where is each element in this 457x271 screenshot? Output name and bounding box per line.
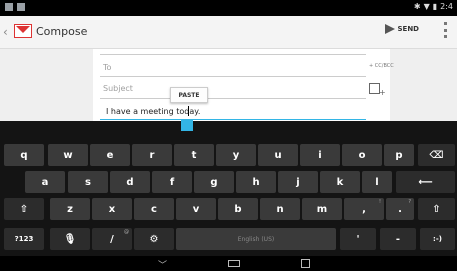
send-icon [384,24,395,34]
key-h[interactable]: h [236,171,276,193]
key-v[interactable]: v [176,198,216,220]
navigation-bar: ﹀ [0,256,457,271]
compose-area [0,49,457,121]
microphone-icon: 🎙 [63,233,77,245]
wifi-icon: ▼ [423,2,430,11]
symbols-key[interactable]: ?123 [4,228,44,250]
key-c[interactable]: c [134,198,174,220]
at-hint: @ [124,229,129,235]
key-comma[interactable]: , ! [344,198,384,220]
key-f[interactable]: f [152,171,192,193]
space-key[interactable]: English (US) [176,228,336,250]
key-a[interactable]: a [25,171,65,193]
keyboard: q w e r t y u i o p ⌫ a s d f g h j k l … [0,121,457,256]
key-o[interactable]: o [342,144,382,166]
enter-arrow-icon: ⟵ [418,176,433,188]
enter-key[interactable]: ⟵ [396,171,455,193]
key-p[interactable]: p [384,144,414,166]
chevron-left-icon[interactable]: ‹ [3,25,8,39]
key-t[interactable]: t [174,144,214,166]
key-x[interactable]: x [92,198,132,220]
body-underline [100,119,366,120]
backspace-key[interactable]: ⌫ [418,144,455,166]
page-title: Compose [36,25,88,38]
key-d[interactable]: d [110,171,150,193]
send-label: SEND [397,25,420,33]
action-bar: ‹ Compose SEND [0,16,457,49]
shift-icon: ⇧ [432,203,441,215]
comma-label: , [362,203,366,215]
recent-apps-icon[interactable] [301,259,310,268]
slash-label: / [110,233,114,245]
key-k[interactable]: k [320,171,360,193]
send-button[interactable]: SEND [384,24,420,34]
shift-icon: ⇧ [19,203,29,215]
period-label: . [398,203,402,215]
from-divider [100,54,366,55]
status-bar: ✱ ▼ ▮ 2:4 [0,0,457,16]
settings-key[interactable]: ⚙ [134,228,174,250]
key-period[interactable]: . ? [386,198,414,220]
key-u[interactable]: u [258,144,298,166]
key-y[interactable]: y [216,144,256,166]
key-l[interactable]: l [362,171,392,193]
subject-field[interactable]: Subject [103,84,133,93]
to-field[interactable]: To [103,63,111,72]
home-icon[interactable] [228,260,240,267]
mic-key[interactable]: 🎙 [50,228,90,250]
to-underline [100,76,366,77]
backspace-icon: ⌫ [429,149,444,161]
exclamation-hint: ! [378,199,381,205]
overflow-menu-icon[interactable] [444,22,447,38]
key-r[interactable]: r [132,144,172,166]
clock: 2:4 [440,2,453,11]
battery-icon: ▮ [432,2,438,11]
key-g[interactable]: g [194,171,234,193]
shift-key-right[interactable]: ⇧ [418,198,455,220]
text-selection-handle[interactable] [181,120,193,131]
cc-bcc-button[interactable]: + CC/BCC [369,63,394,69]
key-s[interactable]: s [68,171,108,193]
question-hint: ? [408,199,411,205]
bluetooth-icon: ✱ [413,2,421,11]
paste-button[interactable]: PASTE [170,87,208,103]
dash-key[interactable]: - [380,228,416,250]
gmail-logo-icon[interactable] [14,24,32,38]
apostrophe-key[interactable]: ' [340,228,376,250]
key-w[interactable]: w [48,144,88,166]
text-cursor [188,106,189,116]
key-e[interactable]: e [90,144,130,166]
notification-icon [17,3,25,11]
body-field[interactable]: I have a meeting today. [106,107,200,116]
slash-key[interactable]: / @ [92,228,132,250]
key-j[interactable]: j [278,171,318,193]
subject-underline [100,98,366,99]
key-m[interactable]: m [302,198,342,220]
shift-key-left[interactable]: ⇧ [4,198,44,220]
key-n[interactable]: n [260,198,300,220]
smiley-key[interactable]: :-) [420,228,455,250]
key-q[interactable]: q [4,144,44,166]
settings-icon: ⚙ [149,233,159,245]
key-i[interactable]: i [300,144,340,166]
attach-plus-icon: + [379,88,386,97]
notification-icon [5,3,13,11]
key-z[interactable]: z [50,198,90,220]
back-chevron-icon[interactable]: ﹀ [158,258,167,271]
key-b[interactable]: b [218,198,258,220]
